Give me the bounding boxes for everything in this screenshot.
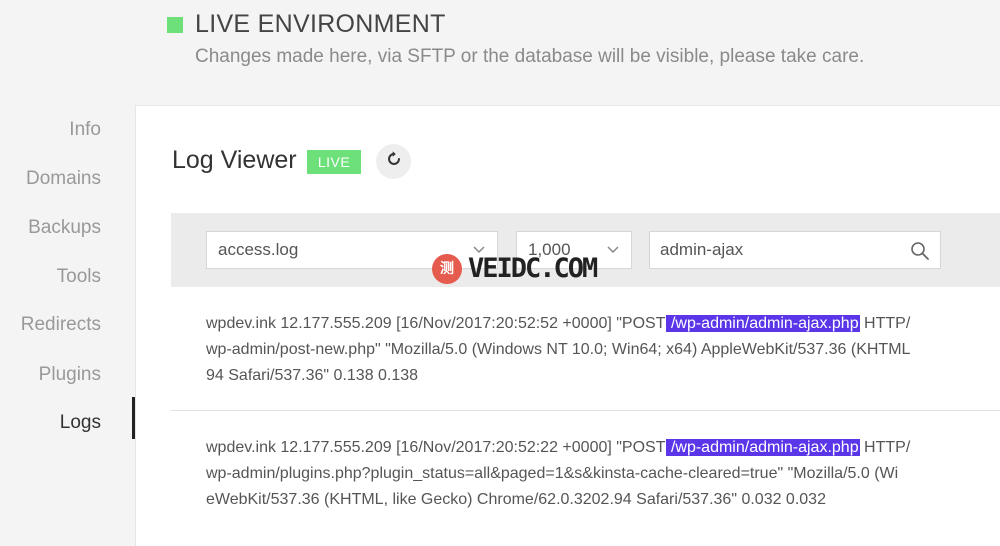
sidebar-item-domains[interactable]: Domains xyxy=(26,168,101,190)
page-title: Log Viewer xyxy=(172,146,297,174)
log-viewer-panel: Log Viewer LIVE access.log 1,000 admin-a… xyxy=(135,105,1000,546)
log-search-box xyxy=(649,231,941,269)
watermark-text: VEIDC.COM xyxy=(468,253,598,284)
sidebar-item-tools[interactable]: Tools xyxy=(57,266,101,288)
search-icon[interactable] xyxy=(910,241,930,266)
sidebar: Info Domains Backups Tools Redirects Plu… xyxy=(0,105,135,536)
log-file-select-value: access.log xyxy=(218,240,299,259)
log-entry: wpdev.ink 12.177.555.209 [16/Nov/2017:20… xyxy=(206,311,1000,389)
watermark: 测 VEIDC.COM xyxy=(432,252,598,286)
log-line: eWebKit/537.36 (KHTML, like Gecko) Chrom… xyxy=(206,491,826,508)
log-entry: wpdev.ink 12.177.555.209 [16/Nov/2017:20… xyxy=(206,435,1000,513)
log-line: wp-admin/post-new.php" "Mozilla/5.0 (Win… xyxy=(206,341,911,358)
log-text: HTTP/ xyxy=(859,315,911,332)
log-line: wpdev.ink 12.177.555.209 [16/Nov/2017:20… xyxy=(206,311,1000,337)
log-line: wpdev.ink 12.177.555.209 [16/Nov/2017:20… xyxy=(206,435,1000,461)
log-line: 94 Safari/537.36" 0.138 0.138 xyxy=(206,367,419,384)
sidebar-item-info[interactable]: Info xyxy=(69,119,101,141)
refresh-icon xyxy=(385,150,403,173)
search-input[interactable] xyxy=(650,232,900,268)
environment-title: LIVE ENVIRONMENT xyxy=(195,10,446,38)
sidebar-item-redirects[interactable]: Redirects xyxy=(21,314,101,336)
refresh-button[interactable] xyxy=(376,144,411,179)
search-match-highlight: /wp-admin/admin-ajax.php xyxy=(665,439,860,456)
log-text: wpdev.ink 12.177.555.209 [16/Nov/2017:20… xyxy=(206,315,666,332)
entry-divider xyxy=(171,410,1000,411)
search-match-highlight: /wp-admin/admin-ajax.php xyxy=(665,315,860,332)
log-text: HTTP/ xyxy=(859,439,911,456)
log-text: wpdev.ink 12.177.555.209 [16/Nov/2017:20… xyxy=(206,439,666,456)
environment-subtitle: Changes made here, via SFTP or the datab… xyxy=(195,46,865,67)
sidebar-item-plugins[interactable]: Plugins xyxy=(39,364,101,386)
chevron-down-icon xyxy=(607,232,619,281)
live-badge: LIVE xyxy=(307,150,361,174)
live-indicator-square xyxy=(167,17,183,33)
sidebar-item-backups[interactable]: Backups xyxy=(28,217,101,239)
log-line: wp-admin/plugins.php?plugin_status=all&p… xyxy=(206,465,899,482)
watermark-logo-icon: 测 xyxy=(432,254,462,284)
sidebar-item-logs[interactable]: Logs xyxy=(60,412,101,434)
